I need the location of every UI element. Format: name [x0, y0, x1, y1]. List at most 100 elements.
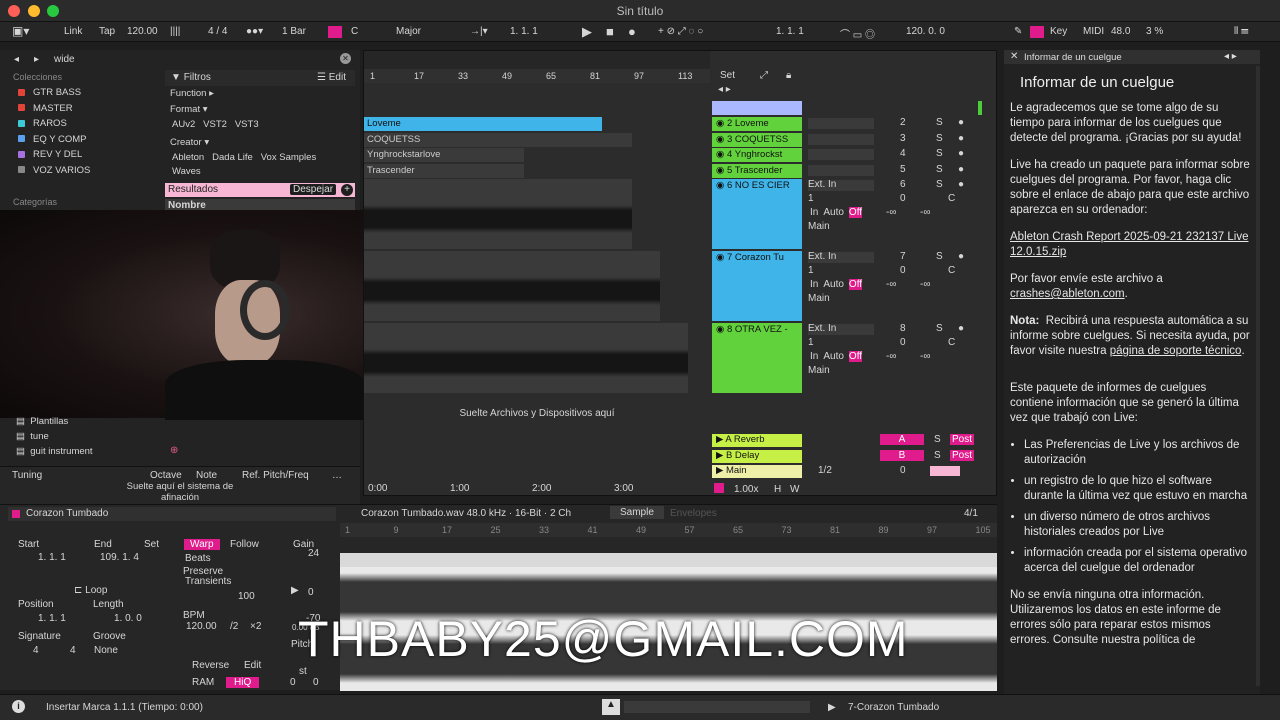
place-item[interactable]: ▤ Plantillas: [16, 416, 68, 430]
audio-clip-region[interactable]: [364, 251, 660, 321]
play-track-icon[interactable]: ▶: [828, 702, 836, 713]
creator-filter[interactable]: Creator ▾: [170, 137, 209, 151]
set-end-button[interactable]: Set: [144, 539, 159, 550]
amount-field[interactable]: 100: [238, 591, 255, 602]
ram-button[interactable]: RAM: [192, 677, 214, 688]
warp-button[interactable]: Warp: [184, 539, 220, 550]
sample-ruler[interactable]: 1 9 17 25 33 41 49 57 65 73 81 89 97 105: [340, 523, 997, 537]
tap-button[interactable]: Tap: [99, 26, 115, 37]
io-select[interactable]: 1: [808, 265, 814, 276]
audio-clip-region[interactable]: [364, 323, 688, 393]
tab-envelopes[interactable]: Envelopes: [670, 508, 717, 519]
half-bpm-button[interactable]: /2: [230, 621, 238, 632]
format-tag[interactable]: VST2: [203, 119, 227, 130]
track-activator-icon[interactable]: ◉: [716, 252, 727, 263]
arrangement-clip[interactable]: Trascender: [364, 164, 524, 178]
solo-button[interactable]: S: [934, 434, 941, 445]
layout-icon[interactable]: ▣▾: [12, 24, 29, 38]
track-activator-icon[interactable]: ◉: [716, 134, 727, 145]
io-select[interactable]: Ext. In: [808, 179, 836, 190]
hiq-button[interactable]: HiQ: [226, 677, 260, 688]
add-filter-icon[interactable]: +: [341, 184, 353, 196]
expand-icon[interactable]: ▲: [602, 699, 620, 715]
return-send[interactable]: A: [880, 434, 924, 445]
link-button[interactable]: Link: [64, 26, 82, 37]
post-button[interactable]: Post: [950, 450, 975, 461]
key-select[interactable]: C: [351, 26, 358, 37]
volume-level[interactable]: -∞: [920, 207, 930, 218]
master-volume-slider[interactable]: [930, 466, 960, 476]
collection-item[interactable]: MASTER: [18, 103, 73, 117]
follow-icon[interactable]: →|▾: [470, 26, 488, 37]
tempo-field[interactable]: 120.00: [127, 26, 158, 37]
master-pan-field[interactable]: 0: [900, 465, 906, 476]
io-select[interactable]: Main: [808, 293, 830, 304]
sig-den-field[interactable]: 4: [70, 645, 76, 656]
forward-icon[interactable]: ▸: [34, 54, 39, 65]
filters-edit-button[interactable]: ☰ Edit: [317, 72, 346, 83]
more-icon[interactable]: …: [332, 470, 342, 481]
key-map-toggle[interactable]: [1030, 26, 1044, 38]
solo-button[interactable]: S: [936, 251, 943, 262]
monitor-button[interactable]: In: [810, 351, 818, 362]
io-select[interactable]: Ext. In: [808, 251, 836, 262]
follow-button[interactable]: Follow: [230, 539, 259, 550]
place-item[interactable]: ▤ tune: [16, 431, 49, 445]
length-field[interactable]: 1. 0. 0: [114, 613, 142, 624]
track-header[interactable]: ◉ 2 Loveme: [712, 117, 802, 131]
monitor-button[interactable]: In: [810, 279, 818, 290]
overview-bar[interactable]: [364, 51, 710, 69]
pan-field[interactable]: 0: [900, 337, 906, 348]
monitor-button[interactable]: Off: [848, 351, 863, 362]
groove-select[interactable]: None: [94, 645, 118, 656]
record-icon[interactable]: ●: [628, 24, 636, 39]
format-tag[interactable]: AUv2: [172, 119, 195, 130]
track-number[interactable]: 3: [900, 133, 906, 144]
info-icon[interactable]: i: [12, 700, 25, 713]
track-activator-icon[interactable]: ◉: [716, 180, 727, 191]
zoom-toggle[interactable]: [714, 483, 724, 493]
detune-field[interactable]: 0: [313, 677, 319, 688]
function-filter[interactable]: Function ▸: [170, 88, 214, 102]
metronome-icon[interactable]: ●●▾: [246, 26, 263, 37]
warp-mode-select[interactable]: Beats: [185, 553, 211, 564]
draw-mode-icon[interactable]: ✎: [1014, 26, 1022, 37]
beat-ruler[interactable]: 1 17 33 49 65 81 97 113: [364, 69, 710, 83]
arrangement-clip[interactable]: COQUETSS: [364, 133, 632, 147]
h-button[interactable]: H: [774, 484, 781, 495]
loop-button[interactable]: ⊏ Loop: [74, 585, 107, 596]
monitor-button[interactable]: Auto: [823, 279, 844, 290]
creator-tag[interactable]: Dada Life: [212, 152, 253, 163]
play-icon[interactable]: ▶: [582, 24, 592, 40]
format-filter[interactable]: Format ▾: [170, 104, 208, 118]
overdub-icon[interactable]: + ⊘ ⤢ ◌ ○: [658, 26, 703, 37]
track-activator-icon[interactable]: ◉: [716, 118, 727, 129]
audio-clip-region[interactable]: [364, 179, 632, 249]
creator-tag[interactable]: Vox Samples: [261, 152, 316, 163]
track-header[interactable]: ◉ 3 COQUETSS: [712, 133, 802, 147]
arm-icon[interactable]: ●: [958, 164, 964, 175]
sig-num-field[interactable]: 4: [33, 645, 39, 656]
solo-button[interactable]: S: [936, 164, 943, 175]
post-button[interactable]: Post: [950, 434, 975, 445]
return-track-header[interactable]: ▶ A Reverb: [712, 434, 802, 447]
signature-field[interactable]: 4 / 4: [208, 26, 227, 37]
search-input[interactable]: wide: [54, 54, 75, 65]
creator-tag[interactable]: Waves: [172, 166, 201, 180]
gain-play-icon[interactable]: ▶: [291, 585, 299, 596]
pan-center[interactable]: C: [948, 193, 955, 204]
track-number[interactable]: 6: [900, 179, 906, 190]
clip-name[interactable]: Corazon Tumbado: [26, 508, 108, 519]
place-item[interactable]: ▤ guit instrument: [16, 446, 93, 460]
arm-icon[interactable]: ●: [958, 117, 964, 128]
monitor-button[interactable]: Off: [848, 207, 863, 218]
solo-button[interactable]: S: [936, 133, 943, 144]
collection-item[interactable]: VOZ VARIOS: [18, 165, 90, 179]
io-select[interactable]: Main: [808, 221, 830, 232]
session-view-icon[interactable]: ⫴ ☰: [1234, 26, 1248, 37]
w-button[interactable]: W: [790, 484, 799, 495]
back-icon[interactable]: ◂: [14, 54, 19, 65]
pan-center[interactable]: C: [948, 265, 955, 276]
track-volume-slot[interactable]: [808, 134, 874, 145]
arm-icon[interactable]: ●: [958, 148, 964, 159]
